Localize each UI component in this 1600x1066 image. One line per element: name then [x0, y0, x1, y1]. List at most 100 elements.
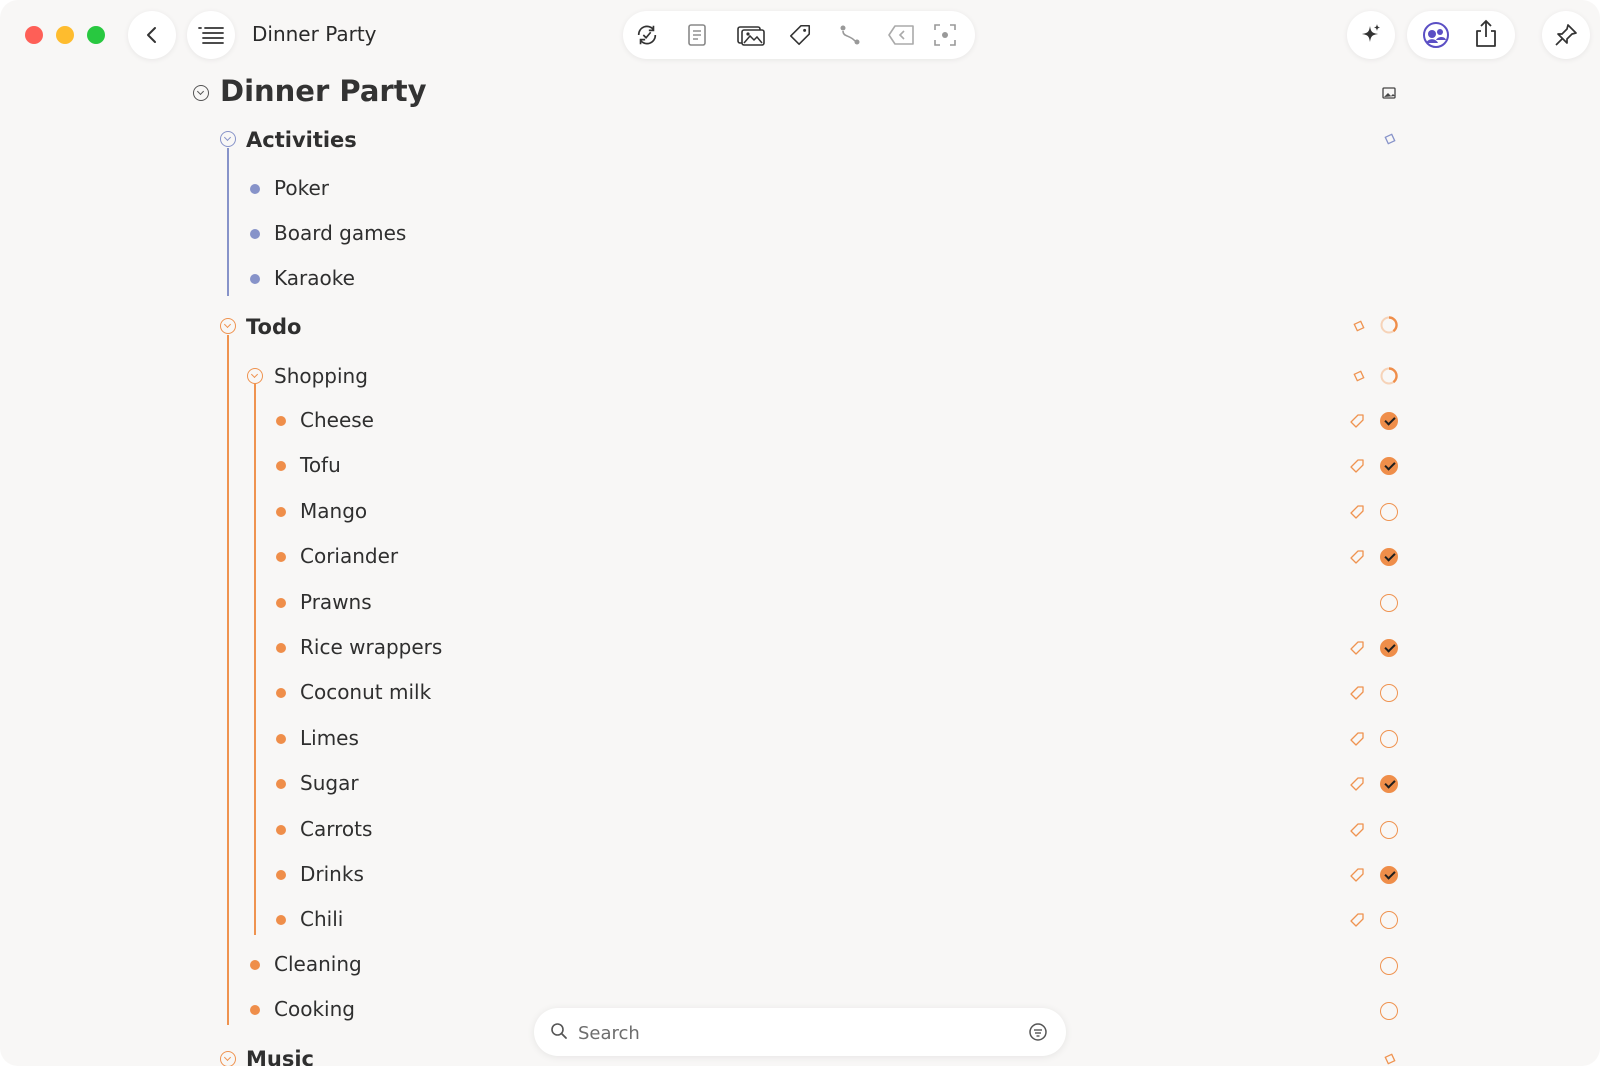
checkbox-checked[interactable] — [1380, 548, 1398, 566]
shopping-item-label[interactable]: Limes — [300, 726, 359, 750]
outline-menu-button[interactable] — [187, 11, 235, 59]
checkbox-unchecked[interactable] — [1380, 503, 1398, 521]
shopping-item-label[interactable]: Coriander — [300, 544, 398, 568]
color-label-icon[interactable] — [1352, 319, 1366, 333]
close-window-button[interactable] — [25, 26, 43, 44]
bullet[interactable] — [250, 1005, 260, 1015]
music-heading[interactable]: Music — [246, 1047, 314, 1066]
todo-heading[interactable]: Todo — [246, 315, 301, 339]
filter-icon[interactable] — [1028, 1022, 1048, 1042]
list-item-cleaning[interactable]: Cleaning — [274, 952, 362, 976]
bullet[interactable] — [250, 960, 260, 970]
collapse-shopping-toggle[interactable] — [247, 368, 263, 384]
chevron-left-icon — [147, 27, 156, 43]
checkbox-unchecked[interactable] — [1380, 684, 1398, 702]
bullet[interactable] — [276, 825, 286, 835]
checkbox-checked[interactable] — [1380, 639, 1398, 657]
collapse-todo-toggle[interactable] — [220, 318, 236, 334]
ai-assist-button[interactable] — [1347, 11, 1395, 59]
bullet[interactable] — [250, 229, 260, 239]
minimize-window-button[interactable] — [56, 26, 74, 44]
collapse-music-toggle[interactable] — [220, 1051, 236, 1066]
bullet[interactable] — [276, 507, 286, 517]
bullet[interactable] — [276, 734, 286, 744]
tag-icon[interactable] — [1349, 458, 1365, 474]
shopping-item-label[interactable]: Chili — [300, 907, 343, 931]
document-icon[interactable] — [685, 23, 709, 47]
maximize-window-button[interactable] — [87, 26, 105, 44]
shopping-item-label[interactable]: Rice wrappers — [300, 635, 442, 659]
checkbox-checked[interactable] — [1380, 457, 1398, 475]
center-toolbar — [623, 11, 975, 59]
bullet[interactable] — [276, 870, 286, 880]
shopping-item-label[interactable]: Drinks — [300, 862, 364, 886]
checkbox-checked[interactable] — [1380, 412, 1398, 430]
collaborate-icon[interactable] — [1421, 21, 1451, 49]
bullet[interactable] — [276, 643, 286, 653]
shopping-guide-line — [254, 383, 256, 935]
shopping-item-label[interactable]: Tofu — [300, 453, 341, 477]
app-window: Dinner Party Dinner Party Activities Pok… — [0, 0, 1600, 1066]
list-item[interactable]: Poker — [274, 176, 329, 200]
shopping-heading[interactable]: Shopping — [274, 364, 368, 388]
bullet[interactable] — [276, 688, 286, 698]
collapse-document-toggle[interactable] — [193, 85, 209, 101]
color-label-icon[interactable] — [1383, 132, 1397, 146]
checkbox-unchecked[interactable] — [1380, 594, 1398, 612]
collapse-activities-toggle[interactable] — [220, 131, 236, 147]
image-icon[interactable] — [1382, 86, 1396, 100]
checkbox-checked[interactable] — [1380, 866, 1398, 884]
shopping-item-label[interactable]: Cheese — [300, 408, 374, 432]
shopping-item-label[interactable]: Prawns — [300, 590, 372, 614]
tag-icon[interactable] — [1349, 731, 1365, 747]
tag-icon[interactable] — [1349, 685, 1365, 701]
sync-icon[interactable] — [635, 23, 659, 47]
checkbox-unchecked[interactable] — [1380, 730, 1398, 748]
shopping-item-label[interactable]: Mango — [300, 499, 367, 523]
bullet[interactable] — [250, 274, 260, 284]
tag-icon[interactable] — [1349, 822, 1365, 838]
color-label-icon[interactable] — [1383, 1052, 1397, 1066]
focus-icon[interactable] — [933, 23, 957, 47]
progress-ring-icon[interactable] — [1380, 316, 1398, 334]
tag-icon[interactable] — [1349, 549, 1365, 565]
bullet[interactable] — [276, 416, 286, 426]
shopping-item-label[interactable]: Carrots — [300, 817, 372, 841]
tag-icon[interactable] — [1349, 504, 1365, 520]
search-bar — [534, 1008, 1066, 1056]
bullet[interactable] — [276, 552, 286, 562]
photos-icon[interactable] — [735, 23, 767, 47]
shopping-item-label[interactable]: Sugar — [300, 771, 359, 795]
shopping-item-label[interactable]: Coconut milk — [300, 680, 431, 704]
search-input[interactable] — [576, 1017, 1000, 1049]
tag-icon[interactable] — [1349, 413, 1365, 429]
bullet[interactable] — [250, 184, 260, 194]
checkbox-cooking[interactable] — [1380, 1002, 1398, 1020]
checkbox-unchecked[interactable] — [1380, 821, 1398, 839]
branch-icon[interactable] — [838, 23, 862, 47]
bullet[interactable] — [276, 779, 286, 789]
pin-icon — [1555, 24, 1577, 46]
list-item-cooking[interactable]: Cooking — [274, 997, 355, 1021]
progress-ring-icon[interactable] — [1380, 367, 1398, 385]
bullet[interactable] — [276, 461, 286, 471]
checkbox-unchecked[interactable] — [1380, 911, 1398, 929]
color-label-icon[interactable] — [1352, 369, 1366, 383]
share-icon[interactable] — [1473, 19, 1499, 49]
checkbox-cleaning[interactable] — [1380, 957, 1398, 975]
back-button[interactable] — [128, 11, 176, 59]
activities-heading[interactable]: Activities — [246, 128, 357, 152]
checkbox-checked[interactable] — [1380, 775, 1398, 793]
back-link-icon[interactable] — [887, 23, 915, 47]
list-item[interactable]: Board games — [274, 221, 406, 245]
list-icon — [198, 27, 224, 44]
tag-icon[interactable] — [1349, 640, 1365, 656]
bullet[interactable] — [276, 915, 286, 925]
pin-button[interactable] — [1542, 11, 1590, 59]
tag-icon[interactable] — [1349, 912, 1365, 928]
tag-icon[interactable] — [1349, 776, 1365, 792]
tag-icon[interactable] — [788, 23, 812, 47]
bullet[interactable] — [276, 598, 286, 608]
list-item[interactable]: Karaoke — [274, 266, 355, 290]
tag-icon[interactable] — [1349, 867, 1365, 883]
